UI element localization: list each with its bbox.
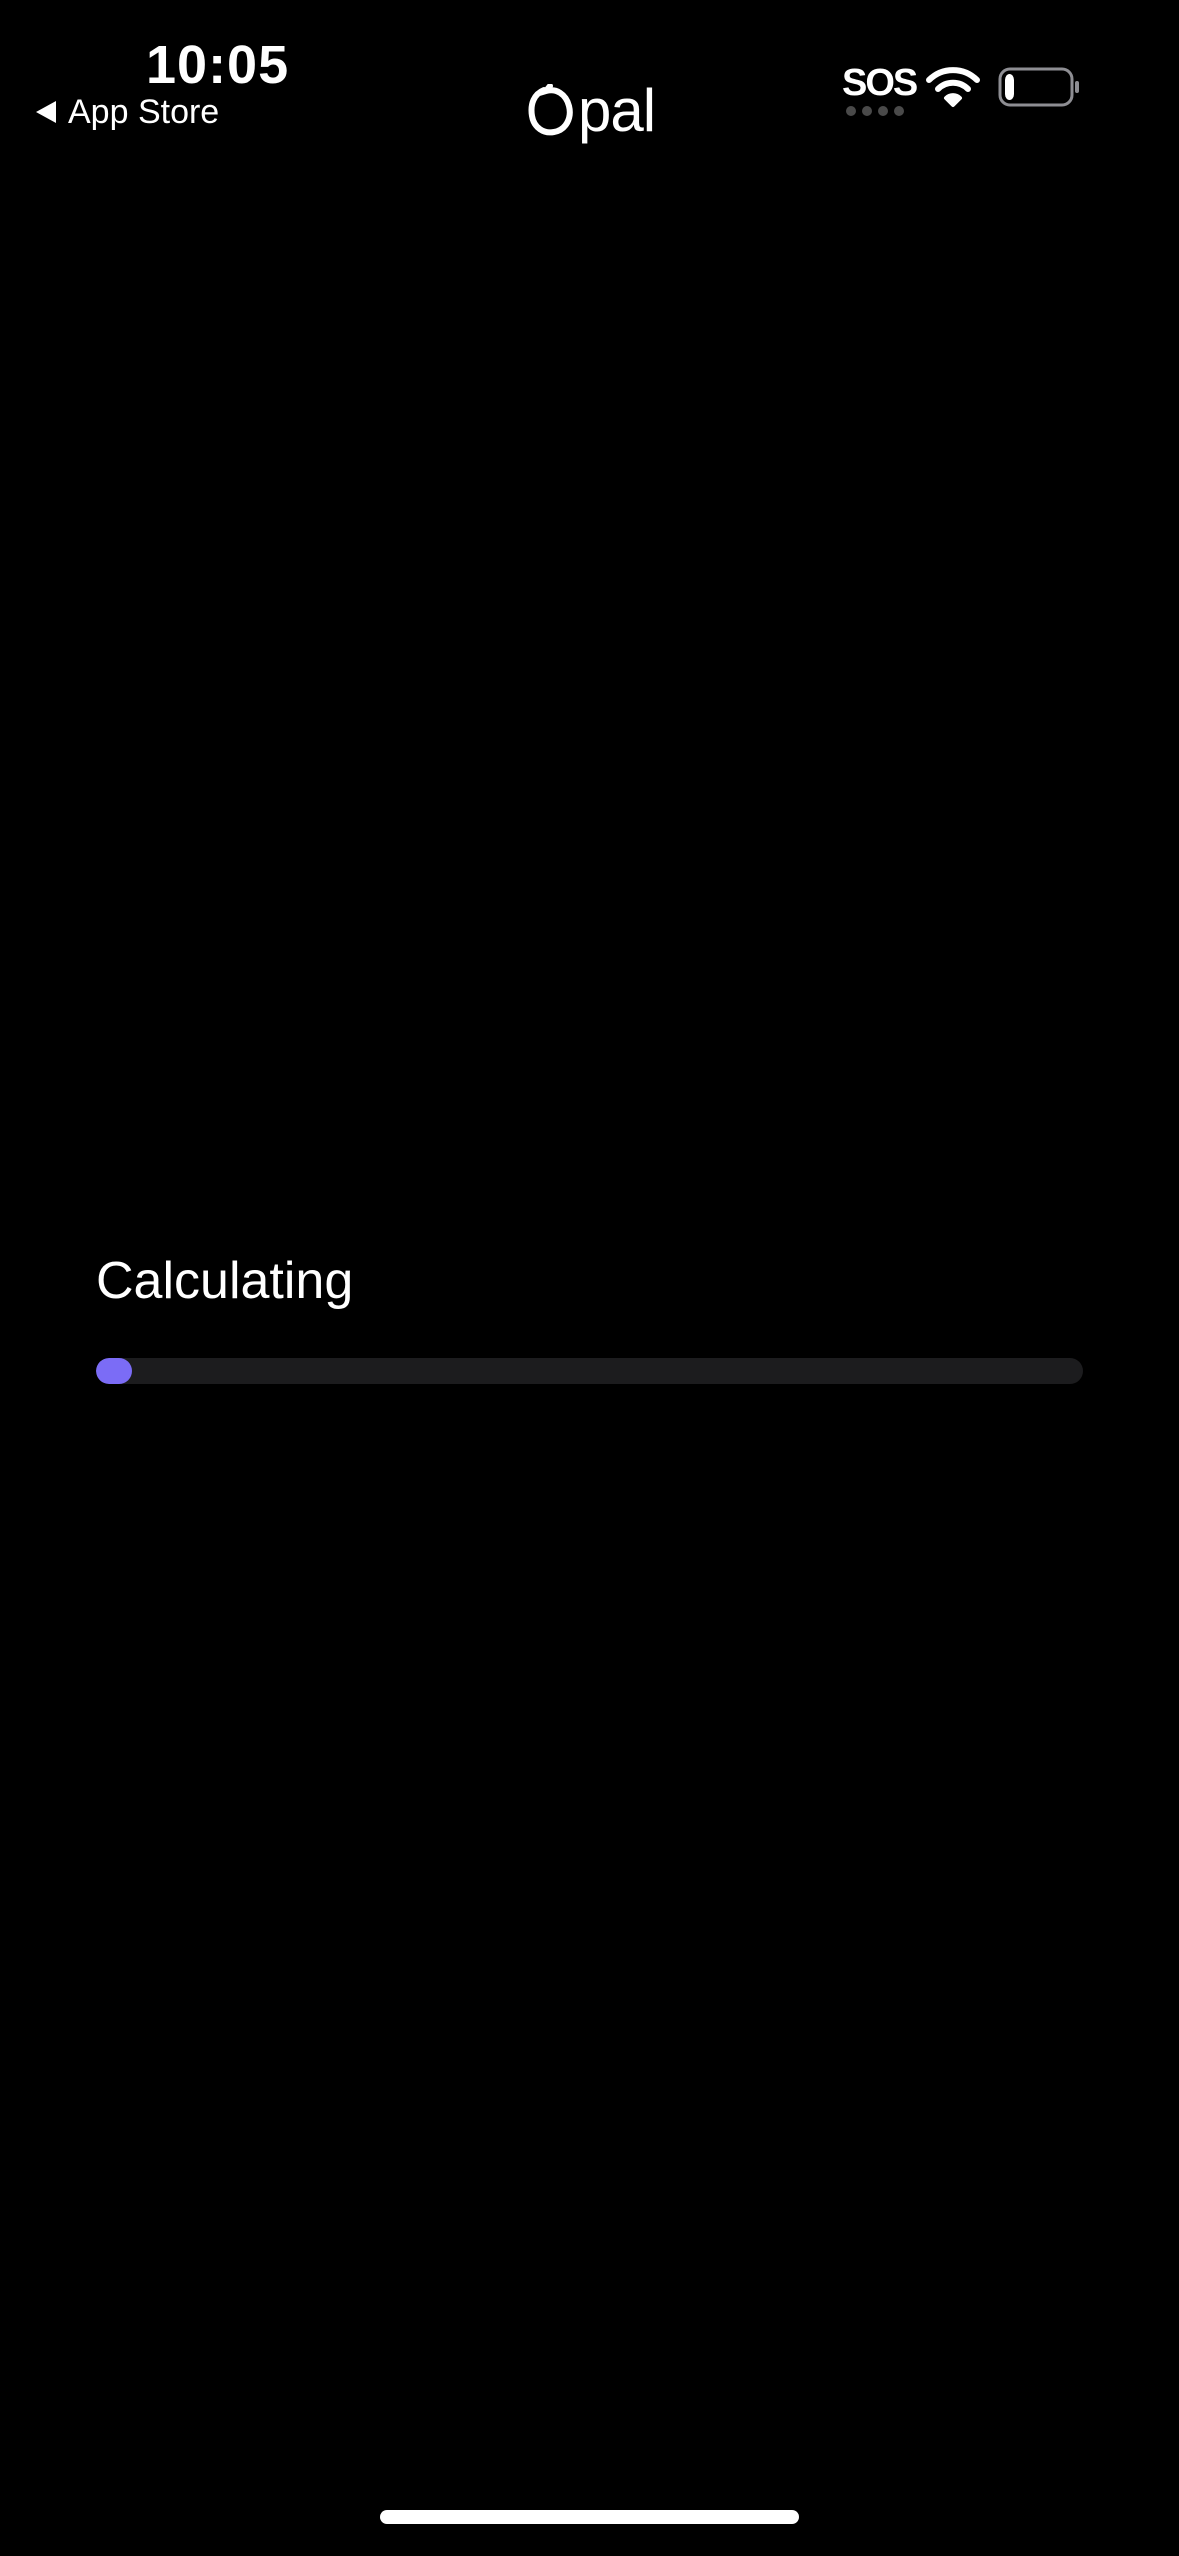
battery-icon [998, 67, 1079, 107]
sos-label: SOS [842, 62, 918, 104]
battery-level-fill [1005, 74, 1014, 100]
sos-indicator: SOS [842, 62, 918, 118]
logo-text: pal [578, 77, 656, 144]
back-to-app-store-button[interactable]: App Store [36, 90, 219, 134]
progress-bar-fill [96, 1358, 132, 1384]
opal-logo-o-icon [528, 84, 573, 136]
opal-logo: pal [526, 72, 656, 144]
status-bar: 10:05 App Store pal SOS [0, 0, 1179, 160]
back-triangle-icon [36, 101, 56, 123]
wifi-icon [926, 67, 980, 107]
back-label: App Store [68, 93, 220, 131]
progress-bar [96, 1358, 1083, 1384]
clock: 10:05 [146, 35, 290, 95]
calculating-title: Calculating [96, 1252, 354, 1310]
signal-dots [846, 106, 904, 116]
home-indicator[interactable] [380, 2510, 799, 2524]
